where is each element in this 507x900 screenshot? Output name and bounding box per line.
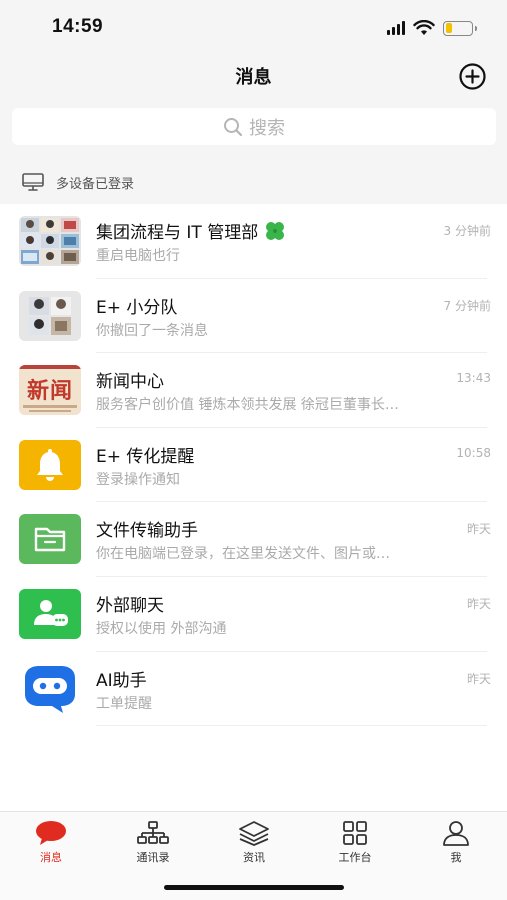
home-indicator[interactable]	[164, 885, 344, 890]
conversation-title: 外部聊天	[96, 595, 164, 616]
conversation-title: 新闻中心	[96, 372, 164, 393]
conversation-time: 3 分钟前	[443, 224, 491, 238]
tab-label: 我	[450, 851, 462, 864]
status-time: 14:59	[52, 16, 104, 37]
conversation-row[interactable]: 集团流程与 IT 管理部 重启电脑也行 3 分钟前	[0, 204, 507, 279]
bell-icon	[37, 448, 63, 481]
tab-label: 工作台	[338, 851, 372, 864]
group-avatar	[19, 216, 81, 266]
conversation-preview: 服务客户创价值 锤炼本领共发展 徐冠巨董事长…	[96, 397, 399, 414]
search-icon	[224, 117, 243, 136]
conversation-time: 昨天	[466, 596, 491, 611]
conversation-preview: 登录操作通知	[96, 471, 180, 488]
conversation-title: E+ 小分队	[96, 297, 178, 318]
conversation-row[interactable]: AI助手 工单提醒 昨天	[0, 651, 507, 727]
tab-workbench[interactable]: 工作台	[315, 820, 395, 865]
status-icons	[387, 18, 477, 38]
tab-me[interactable]: 我	[416, 820, 496, 865]
conversation-time: 10:58	[456, 445, 491, 460]
contact-chat-icon	[34, 599, 68, 626]
conversation-row[interactable]: 外部聊天 授权以使用 外部沟通 昨天	[0, 576, 507, 652]
desktop-monitor-icon	[22, 173, 44, 191]
conversation-preview: 重启电脑也行	[96, 248, 180, 264]
status-bar: 14:59	[0, 0, 507, 56]
page-title: 消息	[235, 67, 272, 88]
layers-icon	[239, 821, 269, 846]
file-transfer-avatar	[19, 514, 81, 565]
chat-bubble-icon	[36, 821, 66, 845]
conversation-title: AI助手	[96, 670, 147, 691]
conversation-title: 文件传输助手	[96, 521, 198, 542]
conversation-time: 昨天	[466, 522, 491, 537]
conversation-time: 昨天	[466, 671, 491, 686]
org-chart-icon	[137, 821, 169, 844]
conversation-preview: 授权以使用 外部沟通	[96, 620, 227, 637]
conversation-row[interactable]: E+ 传化提醒 登录操作通知 10:58	[0, 427, 507, 503]
conversation-row[interactable]: 新闻 新闻中心 服务客户创价值 锤炼本领共发展 徐冠巨董事长… 13:43	[0, 353, 507, 428]
multi-device-notice[interactable]: 多设备已登录	[0, 160, 507, 204]
person-icon	[443, 821, 469, 846]
battery-level	[445, 23, 452, 33]
conversation-title: E+ 传化提醒	[96, 446, 195, 467]
conversation-time: 13:43	[456, 371, 491, 386]
conversation-row[interactable]: E+ 小分队 你撤回了一条消息 7 分钟前	[0, 278, 507, 354]
conversation-list: 集团流程与 IT 管理部 重启电脑也行 3 分钟前 E+ 小分队 你撤回了一条消…	[0, 204, 507, 727]
tab-label: 资讯	[243, 851, 265, 864]
tab-label: 通讯录	[136, 851, 170, 864]
device-notice-text: 多设备已登录	[56, 176, 135, 192]
conversation-time: 7 分钟前	[443, 298, 491, 313]
clover-icon	[265, 222, 284, 240]
news-avatar-text: 新闻	[26, 378, 73, 405]
tab-messages[interactable]: 消息	[11, 820, 91, 865]
tab-news[interactable]: 资讯	[214, 820, 294, 865]
add-plus-icon[interactable]	[459, 63, 486, 90]
robot-chat-icon	[25, 665, 75, 713]
conversation-preview: 你撤回了一条消息	[96, 322, 208, 339]
battery-icon	[443, 20, 477, 36]
cellular-signal-icon	[387, 21, 405, 35]
search-input[interactable]: 搜索	[12, 108, 496, 145]
folder-icon	[34, 528, 66, 552]
nav-bar: 消息	[0, 56, 507, 98]
grid-icon	[343, 821, 367, 845]
conversation-preview: 你在电脑端已登录，在这里发送文件、图片或…	[96, 546, 390, 563]
wifi-icon	[413, 20, 435, 35]
tab-label: 消息	[40, 851, 62, 864]
external-chat-avatar	[19, 588, 81, 639]
ai-assistant-avatar	[19, 663, 81, 714]
conversation-row[interactable]: 文件传输助手 你在电脑端已登录，在这里发送文件、图片或… 昨天	[0, 502, 507, 577]
conversation-preview: 工单提醒	[96, 695, 152, 712]
search-placeholder: 搜索	[249, 117, 285, 139]
reminder-avatar	[19, 439, 81, 490]
search-area: 搜索	[0, 98, 507, 160]
row-divider	[96, 725, 487, 727]
tab-contacts[interactable]: 通讯录	[113, 820, 193, 865]
conversation-title: 集团流程与 IT 管理部	[96, 218, 286, 243]
news-avatar: 新闻	[19, 365, 81, 416]
group-avatar	[19, 290, 81, 341]
